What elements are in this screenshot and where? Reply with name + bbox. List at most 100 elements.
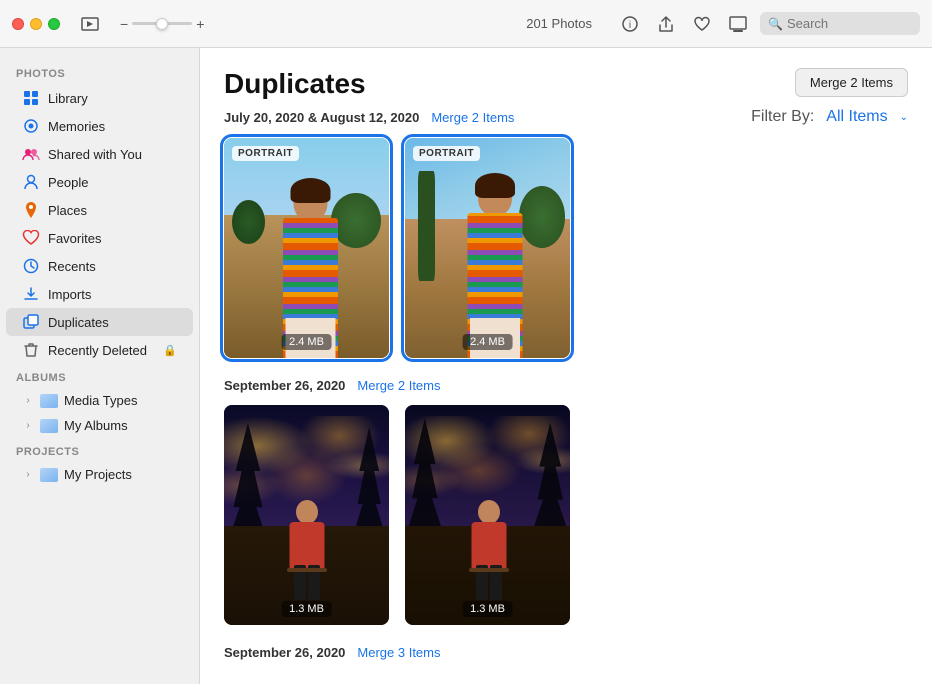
sidebar-item-my-albums[interactable]: › My Albums [6, 413, 193, 438]
sidebar-item-duplicates[interactable]: Duplicates [6, 308, 193, 336]
content-header: Duplicates Merge 2 Items [224, 68, 908, 100]
filter-chevron-icon[interactable]: ⌄ [900, 112, 908, 123]
places-label: Places [48, 203, 177, 218]
zoom-out-button[interactable]: − [120, 16, 128, 32]
photo-row-1: PORTRAIT 2.4 MB [224, 138, 908, 358]
imports-label: Imports [48, 287, 177, 302]
my-albums-folder-icon [40, 419, 58, 433]
photo-3-background [224, 405, 389, 625]
chevron-right-icon: › [22, 395, 34, 407]
library-label: Library [48, 91, 177, 106]
chevron-right-icon-2: › [22, 420, 34, 432]
zoom-slider-track[interactable] [132, 22, 192, 25]
trash-icon [22, 341, 40, 359]
photo-size-1: 2.4 MB [281, 334, 332, 350]
shared-icon [22, 145, 40, 163]
traffic-lights [12, 18, 60, 30]
photo-size-4: 1.3 MB [462, 601, 513, 617]
photo-row-2: 1.3 MB [224, 405, 908, 625]
photo-1-background [224, 138, 389, 358]
people-label: People [48, 175, 177, 190]
media-types-label: Media Types [64, 393, 137, 408]
library-icon [22, 89, 40, 107]
sidebar-item-places[interactable]: Places [6, 196, 193, 224]
places-icon [22, 201, 40, 219]
search-box[interactable]: 🔍 [760, 12, 920, 35]
sidebar-section-albums: Albums [0, 364, 199, 388]
maximize-button[interactable] [48, 18, 60, 30]
sidebar-item-my-projects[interactable]: › My Projects [6, 462, 193, 487]
info-icon[interactable]: i [616, 10, 644, 38]
zoom-in-button[interactable]: + [196, 16, 204, 32]
recents-icon [22, 257, 40, 275]
sidebar-item-library[interactable]: Library [6, 84, 193, 112]
group-3-merge-link[interactable]: Merge 3 Items [357, 645, 440, 660]
photo-badge-1: PORTRAIT [232, 146, 299, 161]
filter-value[interactable]: All Items [826, 108, 887, 126]
memories-icon [22, 117, 40, 135]
person-figure-1 [275, 178, 345, 358]
chevron-right-icon-3: › [22, 469, 34, 481]
duplicates-label: Duplicates [48, 315, 177, 330]
people-icon [22, 173, 40, 191]
sidebar-item-shared-with-you[interactable]: Shared with You [6, 140, 193, 168]
photo-4-background [405, 405, 570, 625]
favorite-icon[interactable] [688, 10, 716, 38]
sidebar-item-imports[interactable]: Imports [6, 280, 193, 308]
titlebar: − + 201 Photos i 🔍 [0, 0, 932, 48]
slideshow-icon[interactable] [76, 10, 104, 38]
close-button[interactable] [12, 18, 24, 30]
group-2-date-row: September 26, 2020 Merge 2 Items [224, 378, 908, 393]
photo-badge-2: PORTRAIT [413, 146, 480, 161]
person-figure-night-1 [282, 500, 332, 600]
search-icon: 🔍 [768, 17, 783, 31]
group-2-merge-link[interactable]: Merge 2 Items [357, 378, 440, 393]
group-1-date: July 20, 2020 & August 12, 2020 [224, 110, 419, 125]
favorites-icon [22, 229, 40, 247]
shared-with-you-label: Shared with You [48, 147, 177, 162]
sidebar-item-memories[interactable]: Memories [6, 112, 193, 140]
filter-label: Filter By: [751, 108, 814, 126]
lock-icon: 🔒 [163, 344, 177, 357]
merge-2-items-button-top[interactable]: Merge 2 Items [795, 68, 908, 97]
zoom-slider-thumb[interactable] [156, 18, 168, 30]
sidebar-section-projects: Projects [0, 438, 199, 462]
group-1-date-row: July 20, 2020 & August 12, 2020 Merge 2 … [224, 108, 908, 126]
photo-card-1[interactable]: PORTRAIT 2.4 MB [224, 138, 389, 358]
svg-text:i: i [629, 20, 631, 31]
memories-label: Memories [48, 119, 177, 134]
sidebar-item-recently-deleted[interactable]: Recently Deleted 🔒 [6, 336, 193, 364]
person-figure-2 [460, 173, 530, 358]
group-2-date: September 26, 2020 [224, 378, 345, 393]
my-projects-folder-icon [40, 468, 58, 482]
search-input[interactable] [787, 16, 907, 31]
sidebar: Photos Library Memories [0, 48, 200, 684]
zoom-slider-area: − + [120, 16, 204, 32]
person-figure-night-2 [464, 500, 514, 600]
group-1-merge-link[interactable]: Merge 2 Items [431, 110, 514, 125]
minimize-button[interactable] [30, 18, 42, 30]
photo-card-3[interactable]: 1.3 MB [224, 405, 389, 625]
sidebar-item-favorites[interactable]: Favorites [6, 224, 193, 252]
photo-card-2[interactable]: PORTRAIT 2.4 MB [405, 138, 570, 358]
photo-2-background [405, 138, 570, 358]
photo-group-2: 1.3 MB [224, 405, 908, 625]
sidebar-item-media-types[interactable]: › Media Types [6, 388, 193, 413]
photo-group-1: PORTRAIT 2.4 MB [224, 138, 908, 358]
page-title: Duplicates [224, 68, 366, 100]
slideshow-play-icon[interactable] [724, 10, 752, 38]
share-icon[interactable] [652, 10, 680, 38]
group-3-date-row: September 26, 2020 Merge 3 Items [224, 645, 908, 660]
duplicates-icon [22, 313, 40, 331]
content-area: Duplicates Merge 2 Items July 20, 2020 &… [200, 48, 932, 684]
photo-count: 201 Photos [526, 16, 592, 31]
recents-label: Recents [48, 259, 177, 274]
recently-deleted-label: Recently Deleted [48, 343, 155, 358]
imports-icon [22, 285, 40, 303]
photo-card-4[interactable]: 1.3 MB [405, 405, 570, 625]
media-types-folder-icon [40, 394, 58, 408]
group-3-date: September 26, 2020 [224, 645, 345, 660]
sidebar-item-recents[interactable]: Recents [6, 252, 193, 280]
main-layout: Photos Library Memories [0, 48, 932, 684]
sidebar-item-people[interactable]: People [6, 168, 193, 196]
